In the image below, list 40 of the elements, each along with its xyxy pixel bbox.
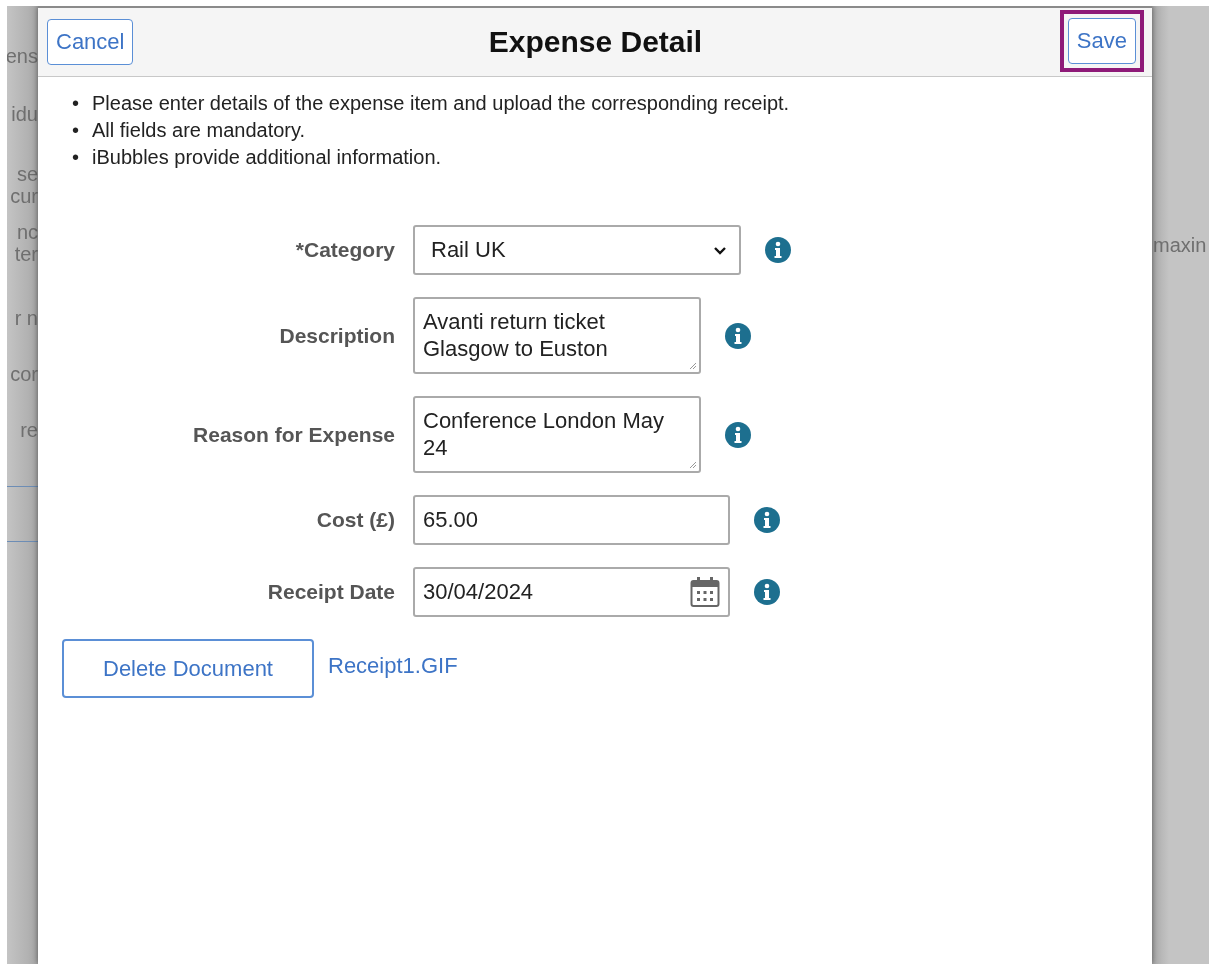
info-icon[interactable] [725,421,751,448]
info-icon[interactable] [725,322,751,349]
date-field[interactable]: 30/04/2024 [413,567,730,617]
input-field[interactable]: 65.00 [413,495,730,545]
resize-grip-icon[interactable] [687,360,697,370]
background-text: cur [10,186,38,206]
background-text: idu [11,104,38,124]
background-text: nc [16,222,38,242]
field-label: Cost (£) [315,508,395,532]
bullet-marker: • [72,91,80,116]
background-text: r n [14,308,38,328]
bullet-marker: • [72,118,80,143]
calendar-icon[interactable] [690,576,720,608]
bullet-marker: • [72,145,80,170]
instruction-text: iBubbles provide additional information. [92,145,442,170]
file-link[interactable]: Receipt1.GIF [328,652,458,679]
field-label: Reason for Expense [192,422,395,447]
text-area[interactable]: Avanti return ticket Glasgow to Euston [413,297,701,374]
background-text: cor [10,364,38,384]
instruction-text: All fields are mandatory. [92,118,306,143]
resize-grip-icon[interactable] [687,459,697,469]
field-label: Receipt Date [266,580,395,604]
background-text: se [16,164,38,184]
category-dropdown[interactable]: Rail UK [413,225,741,275]
cancel-button[interactable]: Cancel [47,19,134,65]
background-text: ter [14,244,38,264]
info-icon[interactable] [765,237,791,263]
chevron-icon [713,245,727,255]
delete-document-button[interactable]: Delete Document [62,639,314,698]
save-button[interactable]: Save [1067,18,1136,64]
background-text: re [20,420,38,440]
background-text: maxin [1153,234,1207,256]
background-text: ens [7,46,38,66]
instruction-text: Please enter details of the expense item and upload the corresponding receipt. [92,91,790,116]
field-label: Description [278,323,395,348]
dialog-title: Expense Detail [488,25,703,59]
field-label: *Category [294,238,395,262]
info-icon[interactable] [754,579,780,605]
info-icon[interactable] [754,507,780,533]
text-area[interactable]: Conference London May 24 [413,396,701,473]
